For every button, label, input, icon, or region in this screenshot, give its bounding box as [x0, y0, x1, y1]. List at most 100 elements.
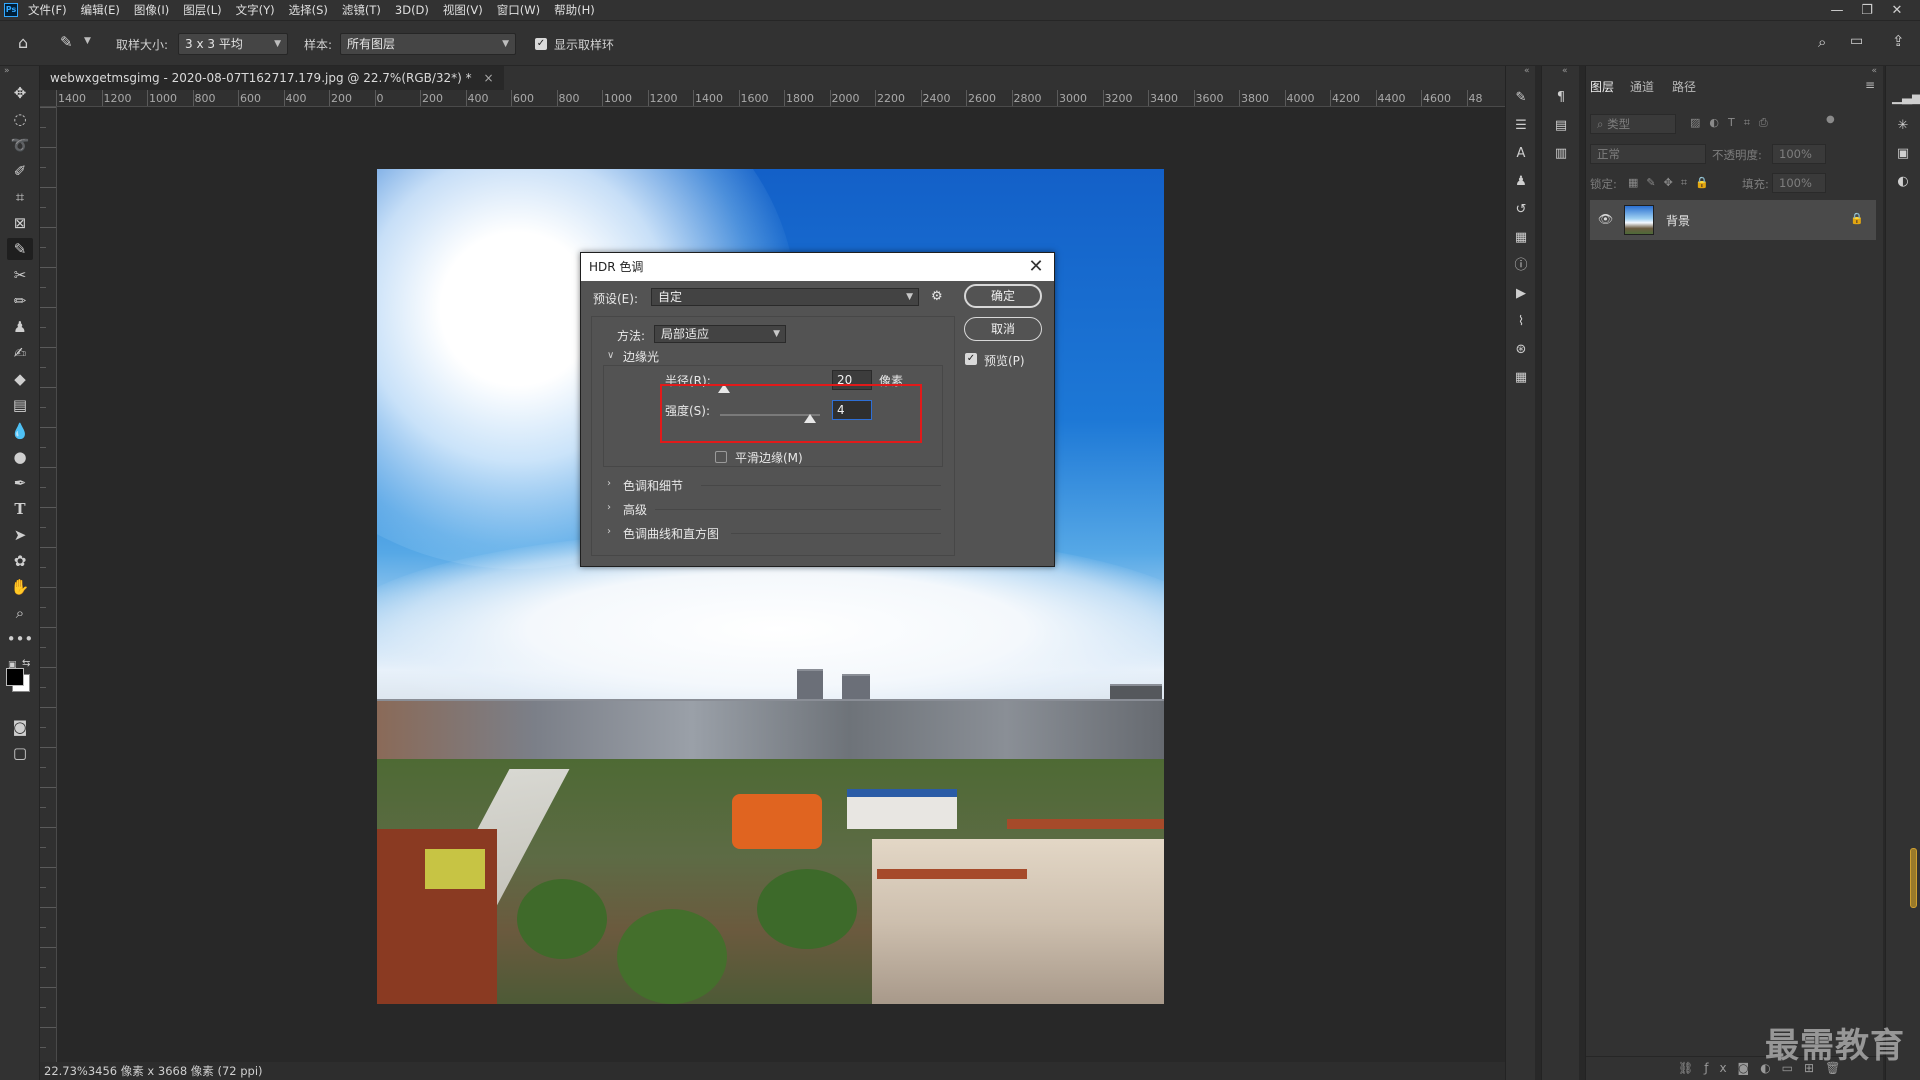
eyedropper-tool-icon[interactable]: ✎ — [60, 33, 73, 51]
smooth-edges-checkbox[interactable] — [715, 451, 727, 463]
character-styles-icon[interactable]: ▥ — [1550, 144, 1572, 164]
histogram-icon[interactable]: ▁▃▅ — [1892, 88, 1920, 108]
quick-mask-icon[interactable]: ◙ — [7, 716, 33, 738]
menu-3d[interactable]: 3D(D) — [395, 3, 429, 17]
blend-mode-select[interactable]: 正常 — [1590, 144, 1706, 164]
search-icon[interactable]: ⌕ — [1818, 33, 1826, 51]
scrollbar-thumb[interactable] — [1910, 848, 1917, 908]
zoom-tool-icon[interactable]: ⌕ — [7, 602, 33, 624]
preset-select[interactable]: 自定 ▼ — [651, 288, 919, 306]
crop-tool-icon[interactable]: ⌗ — [7, 186, 33, 208]
collapse-arrows-icon[interactable]: » — [4, 66, 10, 76]
collapse-arrows-icon[interactable]: « — [1871, 66, 1877, 76]
lock-icons[interactable]: ▦✎✥⌗🔒 — [1628, 176, 1717, 190]
blur-tool-icon[interactable]: 💧 — [7, 420, 33, 442]
menu-type[interactable]: 文字(Y) — [236, 2, 275, 18]
ok-button[interactable]: 确定 — [964, 284, 1042, 308]
close-icon[interactable]: ✕ — [1026, 257, 1046, 277]
close-window-icon[interactable]: ✕ — [1882, 3, 1912, 18]
tone-detail-section[interactable]: 色调和细节 — [623, 477, 683, 494]
paragraph-styles-icon[interactable]: ▤ — [1550, 116, 1572, 136]
minimize-icon[interactable]: — — [1822, 3, 1852, 18]
screen-mode-icon[interactable]: ▢ — [7, 742, 33, 764]
filter-toggle-icon[interactable]: ● — [1826, 114, 1835, 125]
shape-tool-icon[interactable]: ✿ — [7, 550, 33, 572]
edge-glow-label[interactable]: 边缘光 — [623, 348, 659, 365]
advanced-section[interactable]: 高级 — [623, 501, 647, 518]
properties-icon[interactable]: ▦ — [1510, 228, 1532, 248]
history-brush-icon[interactable]: ✍ — [7, 342, 33, 364]
actions-play-icon[interactable]: ▶ — [1510, 284, 1532, 304]
menu-edit[interactable]: 编辑(E) — [81, 2, 120, 18]
method-select[interactable]: 局部适应 ▼ — [654, 325, 786, 343]
paragraph-icon[interactable]: ¶ — [1550, 88, 1572, 108]
clone-source-icon[interactable]: ♟ — [1510, 172, 1532, 192]
tab-layers[interactable]: 图层 — [1590, 78, 1614, 95]
cancel-button[interactable]: 取消 — [964, 317, 1042, 341]
menu-help[interactable]: 帮助(H) — [554, 2, 595, 18]
lasso-tool-icon[interactable]: ➰ — [7, 134, 33, 156]
tab-paths[interactable]: 路径 — [1672, 78, 1696, 95]
foreground-color-swatch[interactable] — [6, 668, 24, 686]
info-icon[interactable]: ⓘ — [1510, 256, 1532, 276]
table-icon[interactable]: ▦ — [1510, 368, 1532, 388]
libraries-icon[interactable]: ▣ — [1892, 144, 1914, 164]
eyedropper-tool-icon[interactable]: ✎ — [7, 238, 33, 260]
quick-select-tool-icon[interactable]: ✐ — [7, 160, 33, 182]
layer-filter-select[interactable]: ⌕ 类型 — [1590, 114, 1676, 134]
healing-tool-icon[interactable]: ✂ — [7, 264, 33, 286]
path-select-icon[interactable]: ➤ — [7, 524, 33, 546]
visibility-eye-icon[interactable]: 👁 — [1598, 212, 1613, 226]
restore-icon[interactable]: ❐ — [1852, 3, 1882, 18]
marquee-tool-icon[interactable]: ◌ — [7, 108, 33, 130]
stamp-tool-icon[interactable]: ♟ — [7, 316, 33, 338]
hand-tool-icon[interactable]: ✋ — [7, 576, 33, 598]
share-icon[interactable]: ⇪ — [1892, 32, 1905, 50]
navigator-icon[interactable]: ✳ — [1892, 116, 1914, 136]
brush-tool-icon[interactable]: ✏ — [7, 290, 33, 312]
menu-layer[interactable]: 图层(L) — [183, 2, 221, 18]
paths-icon[interactable]: ⌇ — [1510, 312, 1532, 332]
history-icon[interactable]: ↺ — [1510, 200, 1532, 220]
curve-histogram-section[interactable]: 色调曲线和直方图 — [623, 525, 719, 542]
brush-settings-icon[interactable]: ✎ — [1510, 88, 1532, 108]
chevron-right-icon[interactable]: › — [607, 478, 611, 489]
panel-menu-icon[interactable]: ≡ — [1865, 78, 1875, 92]
menu-window[interactable]: 窗口(W) — [497, 2, 540, 18]
show-sampling-ring-checkbox[interactable]: ✓ — [535, 38, 547, 50]
gradient-tool-icon[interactable]: ▤ — [7, 394, 33, 416]
chevron-down-icon[interactable]: ∨ — [607, 350, 614, 361]
preview-checkbox[interactable]: ✓ — [965, 353, 977, 365]
dodge-tool-icon[interactable]: ● — [7, 446, 33, 468]
menu-view[interactable]: 视图(V) — [443, 2, 483, 18]
chevron-right-icon[interactable]: › — [607, 526, 611, 537]
chevron-right-icon[interactable]: › — [607, 502, 611, 513]
filter-icons[interactable]: ▨◐T⌗⎙ — [1690, 116, 1777, 130]
menu-image[interactable]: 图像(I) — [134, 2, 169, 18]
eraser-tool-icon[interactable]: ◆ — [7, 368, 33, 390]
tool-preset-caret-icon[interactable]: ▼ — [84, 36, 91, 46]
menu-select[interactable]: 选择(S) — [289, 2, 328, 18]
character-icon[interactable]: A — [1510, 144, 1532, 164]
type-tool-icon[interactable]: T — [7, 498, 33, 520]
collapse-arrows-icon[interactable]: « — [1524, 66, 1530, 76]
menu-file[interactable]: 文件(F) — [28, 2, 67, 18]
layer-row[interactable]: 👁 背景 🔒 — [1590, 200, 1876, 240]
sample-select[interactable]: 所有图层 ▼ — [340, 33, 516, 55]
move-tool-icon[interactable]: ✥ — [7, 82, 33, 104]
pen-tool-icon[interactable]: ✒ — [7, 472, 33, 494]
fill-input[interactable]: 100% — [1772, 173, 1826, 193]
menu-filter[interactable]: 滤镜(T) — [342, 2, 381, 18]
preset-options-gear-icon[interactable]: ⚙ — [931, 289, 943, 304]
home-icon[interactable]: ⌂ — [18, 33, 28, 52]
lock-icon[interactable]: 🔒 — [1850, 212, 1864, 225]
default-colors-icon[interactable]: ▣ — [8, 660, 18, 670]
workspace-icon[interactable]: ▭ — [1850, 33, 1863, 49]
3d-icon[interactable]: ⊛ — [1510, 340, 1532, 360]
color-icon[interactable]: ◐ — [1892, 172, 1914, 192]
collapse-arrows-icon[interactable]: « — [1562, 66, 1568, 76]
document-tab[interactable]: webwxgetmsgimg - 2020-08-07T162717.179.j… — [40, 66, 504, 90]
frame-tool-icon[interactable]: ⊠ — [7, 212, 33, 234]
opacity-input[interactable]: 100% — [1772, 144, 1826, 164]
adjustments-icon[interactable]: ☰ — [1510, 116, 1532, 136]
